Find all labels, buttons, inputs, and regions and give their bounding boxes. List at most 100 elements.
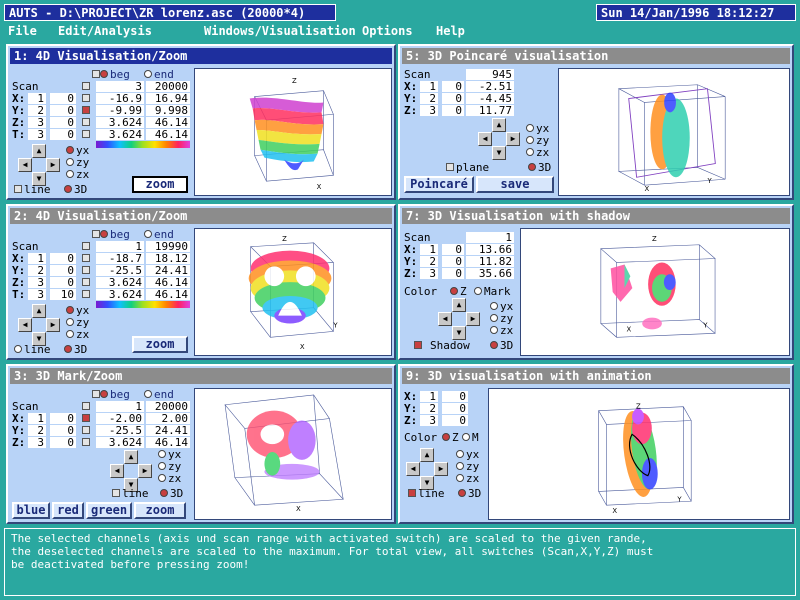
x-switch[interactable] <box>82 94 90 102</box>
arrow-right-icon[interactable]: ▶ <box>466 312 480 326</box>
y-offset[interactable]: 0 <box>442 256 464 267</box>
end-radio[interactable] <box>144 390 152 398</box>
y-channel[interactable]: 2 <box>420 403 438 414</box>
y-offset[interactable]: 0 <box>50 425 76 436</box>
line-switch[interactable] <box>14 185 22 193</box>
menu-options[interactable]: Options <box>362 24 413 38</box>
menu-windows-visualisation[interactable]: Windows/Visualisation <box>204 24 356 38</box>
yx-radio[interactable] <box>158 450 166 458</box>
scan-switch[interactable] <box>82 242 90 250</box>
scan-value[interactable]: 945 <box>466 69 514 80</box>
zx-radio[interactable] <box>490 326 498 334</box>
t-beg[interactable]: 3.624 <box>96 129 144 140</box>
threed-radio[interactable] <box>528 163 536 171</box>
z-offset[interactable]: 0 <box>442 415 468 426</box>
z-offset[interactable]: 0 <box>50 117 76 128</box>
z-switch[interactable] <box>82 118 90 126</box>
end-radio[interactable] <box>144 230 152 238</box>
arrow-up-icon[interactable]: ▲ <box>492 118 506 132</box>
blue-button[interactable]: blue <box>12 502 50 519</box>
zx-radio[interactable] <box>66 330 74 338</box>
arrow-up-icon[interactable]: ▲ <box>32 304 46 318</box>
z-channel[interactable]: 3 <box>28 277 46 288</box>
zoom-button[interactable]: zoom <box>134 502 186 519</box>
x-offset[interactable]: 0 <box>442 391 468 402</box>
x-beg[interactable]: -16.9 <box>96 93 144 104</box>
arrow-left-icon[interactable]: ◀ <box>406 462 420 476</box>
zy-radio[interactable] <box>456 462 464 470</box>
arrow-up-icon[interactable]: ▲ <box>124 450 138 464</box>
y-offset[interactable]: 0 <box>50 105 76 116</box>
x-offset[interactable]: 0 <box>50 93 76 104</box>
zy-radio[interactable] <box>66 318 74 326</box>
line-switch[interactable] <box>112 489 120 497</box>
x-value[interactable]: 13.66 <box>466 244 514 255</box>
threed-radio[interactable] <box>160 489 168 497</box>
y-value[interactable]: -4.45 <box>466 93 514 104</box>
arrow-right-icon[interactable]: ▶ <box>434 462 448 476</box>
plot-area[interactable]: Z X Y <box>520 228 790 356</box>
z-offset[interactable]: 0 <box>50 437 76 448</box>
scan-beg-value[interactable]: 1 <box>96 401 144 412</box>
x-offset[interactable]: 0 <box>50 413 76 424</box>
yx-radio[interactable] <box>66 146 74 154</box>
beg-switch[interactable] <box>92 230 100 238</box>
color-m-radio[interactable] <box>462 433 470 441</box>
t-offset[interactable]: 10 <box>50 289 76 300</box>
x-offset[interactable]: 0 <box>442 81 464 92</box>
z-channel[interactable]: 3 <box>420 268 438 279</box>
y-value[interactable]: 11.82 <box>466 256 514 267</box>
t-end[interactable]: 46.14 <box>146 129 190 140</box>
threed-radio[interactable] <box>64 185 72 193</box>
t-offset[interactable]: 0 <box>50 129 76 140</box>
z-channel[interactable]: 3 <box>28 117 46 128</box>
z-offset[interactable]: 0 <box>442 105 464 116</box>
scan-end-value[interactable]: 19990 <box>146 241 190 252</box>
y-end[interactable]: 9.998 <box>146 105 190 116</box>
y-offset[interactable]: 0 <box>442 93 464 104</box>
color-z-radio[interactable] <box>442 433 450 441</box>
z-value[interactable]: 11.77 <box>466 105 514 116</box>
green-button[interactable]: green <box>86 502 132 519</box>
y-offset[interactable]: 0 <box>442 403 468 414</box>
y-channel[interactable]: 2 <box>420 256 438 267</box>
x-end[interactable]: 16.94 <box>146 93 190 104</box>
arrow-right-icon[interactable]: ▶ <box>46 318 60 332</box>
x-channel[interactable]: 1 <box>420 391 438 402</box>
scan-end-value[interactable]: 20000 <box>146 401 190 412</box>
scan-end-value[interactable]: 20000 <box>146 81 190 92</box>
arrow-right-icon[interactable]: ▶ <box>506 132 520 146</box>
z-beg[interactable]: 3.624 <box>96 277 144 288</box>
save-button[interactable]: save <box>476 176 554 193</box>
menu-edit-analysis[interactable]: Edit/Analysis <box>58 24 152 38</box>
x-channel[interactable]: 1 <box>28 413 46 424</box>
t-switch[interactable] <box>82 290 90 298</box>
color-z-radio[interactable] <box>450 287 458 295</box>
arrow-up-icon[interactable]: ▲ <box>420 448 434 462</box>
scan-value[interactable]: 1 <box>466 232 514 243</box>
zoom-button[interactable]: zoom <box>132 176 188 193</box>
arrow-up-icon[interactable]: ▲ <box>32 144 46 158</box>
threed-radio[interactable] <box>490 341 498 349</box>
y-switch[interactable] <box>82 266 90 274</box>
y-beg[interactable]: -25.5 <box>96 425 144 436</box>
t-switch[interactable] <box>82 130 90 138</box>
z-switch[interactable] <box>82 438 90 446</box>
scan-switch[interactable] <box>82 402 90 410</box>
menu-help[interactable]: Help <box>436 24 465 38</box>
x-end[interactable]: 2.00 <box>146 413 190 424</box>
z-channel[interactable]: 3 <box>420 415 438 426</box>
y-switch[interactable] <box>82 106 90 114</box>
zy-radio[interactable] <box>158 462 166 470</box>
x-beg[interactable]: -18.7 <box>96 253 144 264</box>
shadow-switch[interactable] <box>414 341 422 349</box>
x-beg[interactable]: -2.00 <box>96 413 144 424</box>
x-channel[interactable]: 1 <box>420 81 438 92</box>
arrow-left-icon[interactable]: ◀ <box>110 464 124 478</box>
arrow-right-icon[interactable]: ▶ <box>46 158 60 172</box>
x-channel[interactable]: 1 <box>28 93 46 104</box>
scan-beg-value[interactable]: 1 <box>96 241 144 252</box>
arrow-left-icon[interactable]: ◀ <box>18 158 32 172</box>
plot-area[interactable]: X Y <box>558 68 790 196</box>
z-beg[interactable]: 3.624 <box>96 117 144 128</box>
